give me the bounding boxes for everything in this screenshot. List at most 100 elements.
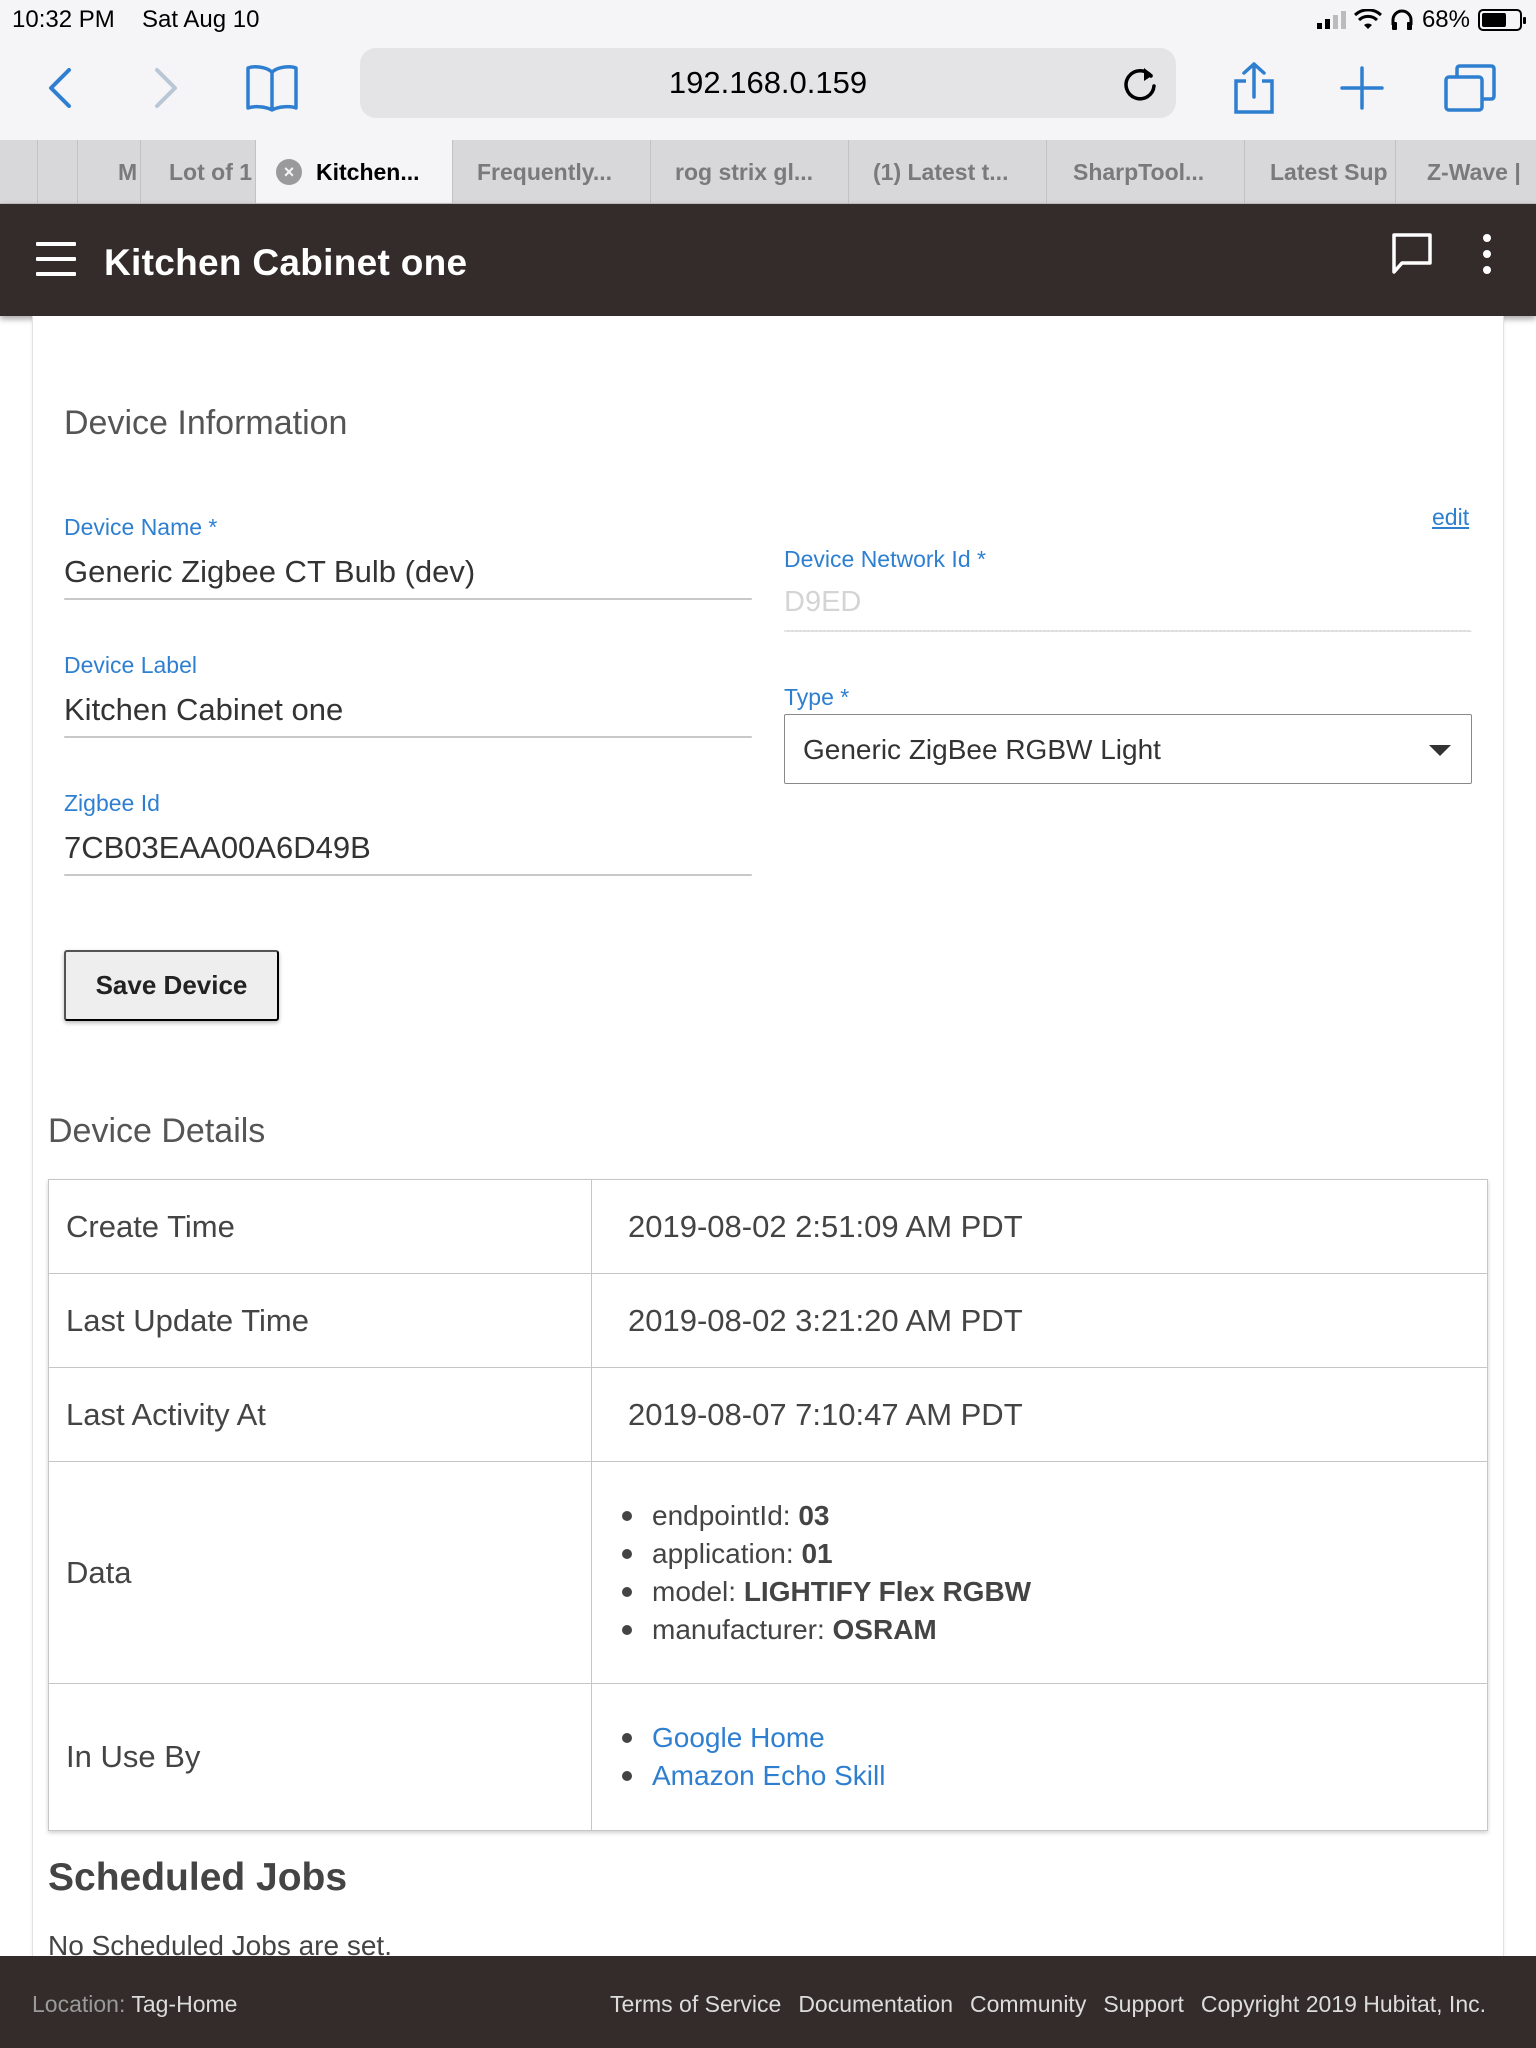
footer: Location: Tag-Home Terms of Service Docu… [0, 1956, 1536, 2048]
support-link[interactable]: Support [1103, 1991, 1184, 2018]
table-key: Data [48, 1461, 592, 1684]
copyright-text: Copyright 2019 Hubitat, Inc. [1200, 1991, 1486, 2017]
list-item: model: LIGHTIFY Flex RGBW [622, 1573, 1487, 1611]
list-item: Amazon Echo Skill [622, 1757, 1487, 1795]
url-text: 192.168.0.159 [668, 65, 868, 100]
share-icon [1234, 62, 1274, 114]
edit-network-id-link[interactable]: edit [1432, 504, 1469, 531]
table-value: 2019-08-07 7:10:47 AM PDT [591, 1367, 1488, 1462]
zigbee-id-input[interactable]: 7CB03EAA00A6D49B [64, 830, 371, 866]
device-name-input[interactable]: Generic Zigbee CT Bulb (dev) [64, 554, 475, 590]
wifi-icon [1353, 9, 1382, 29]
zigbee-id-underline [64, 874, 752, 876]
footer-links: Terms of Service Documentation Community… [610, 1991, 1486, 2018]
scheduled-jobs-heading: Scheduled Jobs [48, 1856, 348, 1899]
type-label: Type * [784, 684, 850, 710]
table-key: Create Time [48, 1179, 592, 1274]
table-key: In Use By [48, 1683, 592, 1831]
device-name-underline [64, 598, 752, 600]
device-details-table: Create Time 2019-08-02 2:51:09 AM PDT La… [48, 1179, 1488, 1831]
table-key: Last Update Time [48, 1273, 592, 1368]
page-title: Kitchen Cabinet one [104, 242, 468, 283]
caret-down-icon [1429, 745, 1451, 756]
headphones-icon [1391, 9, 1413, 30]
new-tab-button[interactable] [1332, 58, 1392, 118]
in-use-cell: Google Home Amazon Echo Skill [591, 1683, 1488, 1831]
in-use-list: Google Home Amazon Echo Skill [604, 1719, 1487, 1795]
more-vert-icon[interactable] [1480, 234, 1494, 274]
status-bar: 10:32 PM Sat Aug 10 68% [0, 0, 1536, 40]
data-cell: endpointId: 03 application: 01 model: LI… [591, 1461, 1488, 1684]
table-value: 2019-08-02 3:21:20 AM PDT [591, 1273, 1488, 1368]
type-select[interactable]: Generic ZigBee RGBW Light [784, 714, 1472, 784]
list-item: application: 01 [622, 1535, 1487, 1573]
plus-icon [1340, 66, 1384, 110]
tab-item[interactable]: rog strix gl... [651, 140, 849, 203]
network-id-input: D9ED [784, 586, 862, 618]
list-item: Google Home [622, 1719, 1487, 1757]
tab-item[interactable]: Z-Wave | [1396, 140, 1536, 203]
back-button[interactable] [30, 58, 90, 118]
table-row: Create Time 2019-08-02 2:51:09 AM PDT [48, 1179, 1488, 1274]
tabs-button[interactable] [1440, 58, 1500, 118]
hamburger-menu-icon[interactable] [36, 242, 76, 276]
cellular-signal-icon [1316, 11, 1346, 29]
tab-active[interactable]: × Kitchen... [256, 140, 453, 203]
amazon-echo-skill-link[interactable]: Amazon Echo Skill [652, 1760, 885, 1791]
tab-item[interactable]: M [78, 140, 141, 203]
table-key: Last Activity At [48, 1367, 592, 1462]
close-icon[interactable]: × [276, 159, 302, 185]
list-item: endpointId: 03 [622, 1497, 1487, 1535]
share-button[interactable] [1224, 58, 1284, 118]
chevron-left-icon [49, 68, 71, 108]
data-list: endpointId: 03 application: 01 model: LI… [604, 1497, 1487, 1649]
table-row: In Use By Google Home Amazon Echo Skill [48, 1683, 1488, 1831]
tab-item[interactable]: Latest Sup [1245, 140, 1396, 203]
status-date: Sat Aug 10 [142, 6, 260, 33]
location-label: Location: [32, 1991, 126, 2017]
address-bar[interactable]: 192.168.0.159 [360, 48, 1176, 118]
device-name-label: Device Name * [64, 514, 218, 540]
tab-item[interactable]: Lot of 1 [141, 140, 256, 203]
app-bar: Kitchen Cabinet one [0, 204, 1536, 316]
table-row: Last Update Time 2019-08-02 3:21:20 AM P… [48, 1273, 1488, 1368]
footer-location: Location: Tag-Home [32, 1991, 237, 2018]
tab-strip: M Lot of 1 × Kitchen... Frequently... ro… [0, 140, 1536, 204]
tab-item[interactable]: Frequently... [453, 140, 651, 203]
bookmarks-button[interactable] [242, 58, 302, 118]
network-id-label: Device Network Id * [784, 546, 986, 572]
chevron-right-icon [155, 68, 177, 108]
table-row: Data endpointId: 03 application: 01 mode… [48, 1461, 1488, 1684]
status-time: 10:32 PM [12, 6, 115, 33]
device-information-heading: Device Information [64, 404, 348, 442]
device-label-input[interactable]: Kitchen Cabinet one [64, 692, 343, 728]
location-value: Tag-Home [131, 1991, 238, 2017]
tabs-icon [1444, 64, 1496, 112]
google-home-link[interactable]: Google Home [652, 1722, 825, 1753]
battery-icon [1478, 9, 1526, 31]
type-select-value: Generic ZigBee RGBW Light [803, 734, 1161, 765]
save-device-button[interactable]: Save Device [64, 950, 279, 1021]
book-icon [246, 65, 298, 112]
browser-toolbar: 192.168.0.159 [0, 40, 1536, 140]
tab-stub[interactable] [38, 140, 78, 203]
documentation-link[interactable]: Documentation [798, 1991, 953, 2018]
forward-button[interactable] [136, 58, 196, 118]
chat-icon[interactable] [1390, 232, 1434, 276]
tab-stub[interactable] [0, 140, 38, 203]
tab-label: Kitchen... [316, 158, 420, 185]
device-label-underline [64, 736, 752, 738]
reload-icon[interactable] [1118, 62, 1162, 106]
tab-item[interactable]: SharpTool... [1047, 140, 1245, 203]
list-item: manufacturer: OSRAM [622, 1611, 1487, 1649]
zigbee-id-label: Zigbee Id [64, 790, 160, 816]
tab-item[interactable]: (1) Latest t... [849, 140, 1047, 203]
table-value: 2019-08-02 2:51:09 AM PDT [591, 1179, 1488, 1274]
battery-percent: 68% [1421, 6, 1470, 33]
network-id-underline [784, 630, 1472, 632]
terms-of-service-link[interactable]: Terms of Service [610, 1991, 781, 2018]
device-details-heading: Device Details [48, 1112, 266, 1150]
status-indicators: 68% [1316, 6, 1526, 34]
device-label-label: Device Label [64, 652, 197, 678]
community-link[interactable]: Community [970, 1991, 1086, 2018]
